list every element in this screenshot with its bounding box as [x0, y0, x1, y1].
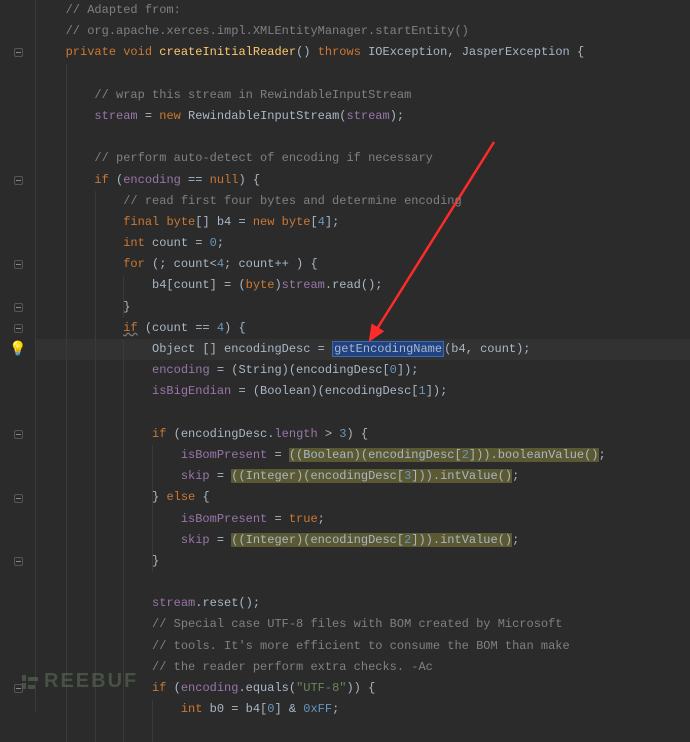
fold-toggle-icon[interactable]	[0, 318, 36, 339]
fold-toggle-icon[interactable]	[0, 170, 36, 191]
code-line[interactable]: private void createInitialReader() throw…	[44, 42, 690, 63]
code-line[interactable]: // Adapted from:	[44, 0, 690, 21]
fold-toggle-icon[interactable]	[0, 551, 36, 572]
watermark-text: REEBUF	[44, 670, 138, 693]
code-line[interactable]: // read first four bytes and determine e…	[44, 191, 690, 212]
code-line[interactable]: int count = 0;	[44, 233, 690, 254]
fold-toggle-icon[interactable]	[0, 42, 36, 63]
code-line[interactable]	[44, 572, 690, 593]
code-line[interactable]: stream = new RewindableInputStream(strea…	[44, 106, 690, 127]
code-line[interactable]: // tools. It's more efficient to consume…	[44, 636, 690, 657]
code-line[interactable]: isBomPresent = true;	[44, 509, 690, 530]
code-line[interactable]: b4[count] = (byte)stream.read();	[44, 275, 690, 296]
code-line[interactable]: // Special case UTF-8 files with BOM cre…	[44, 614, 690, 635]
code-line[interactable]: } else {	[44, 487, 690, 508]
code-line[interactable]: skip = ((Integer)(encodingDesc[2])).intV…	[44, 530, 690, 551]
code-line[interactable]: skip = ((Integer)(encodingDesc[3])).intV…	[44, 466, 690, 487]
code-line[interactable]: isBomPresent = ((Boolean)(encodingDesc[2…	[44, 445, 690, 466]
code-area[interactable]: // Adapted from: // org.apache.xerces.im…	[36, 0, 690, 713]
code-line[interactable]: if (encoding == null) {	[44, 170, 690, 191]
code-line[interactable]: if (encoding.equals("UTF-8")) {	[44, 678, 690, 699]
code-line[interactable]: stream.reset();	[44, 593, 690, 614]
code-line[interactable]: if (count == 4) {	[44, 318, 690, 339]
code-editor[interactable]: 💡 // Adapted from: // org.apache.xerces.…	[0, 0, 690, 713]
code-line[interactable]: for (; count<4; count++ ) {	[44, 254, 690, 275]
code-line[interactable]: encoding = (String)(encodingDesc[0]);	[44, 360, 690, 381]
watermark: REEBUF	[22, 670, 138, 693]
code-line[interactable]	[44, 127, 690, 148]
code-line[interactable]: final byte[] b4 = new byte[4];	[44, 212, 690, 233]
code-line[interactable]: if (encodingDesc.length > 3) {	[44, 424, 690, 445]
intention-bulb-icon[interactable]: 💡	[0, 339, 36, 360]
code-line[interactable]: int b0 = b4[0] & 0xFF;	[44, 699, 690, 720]
code-line[interactable]: }	[44, 297, 690, 318]
fold-toggle-icon[interactable]	[0, 424, 36, 445]
code-line[interactable]	[44, 403, 690, 424]
code-line[interactable]: }	[44, 551, 690, 572]
code-line[interactable]: // wrap this stream in RewindableInputSt…	[44, 85, 690, 106]
fold-toggle-icon[interactable]	[0, 254, 36, 275]
code-line[interactable]: Object [] encodingDesc = getEncodingName…	[44, 339, 690, 360]
code-line[interactable]: // perform auto-detect of encoding if ne…	[44, 148, 690, 169]
code-line[interactable]: // org.apache.xerces.impl.XMLEntityManag…	[44, 21, 690, 42]
code-line[interactable]: isBigEndian = (Boolean)(encodingDesc[1])…	[44, 381, 690, 402]
gutter: 💡	[0, 0, 36, 713]
watermark-icon	[22, 673, 40, 691]
code-line[interactable]	[44, 64, 690, 85]
fold-toggle-icon[interactable]	[0, 488, 36, 509]
fold-toggle-icon[interactable]	[0, 297, 36, 318]
code-line[interactable]: // the reader perform extra checks. -Ac	[44, 657, 690, 678]
